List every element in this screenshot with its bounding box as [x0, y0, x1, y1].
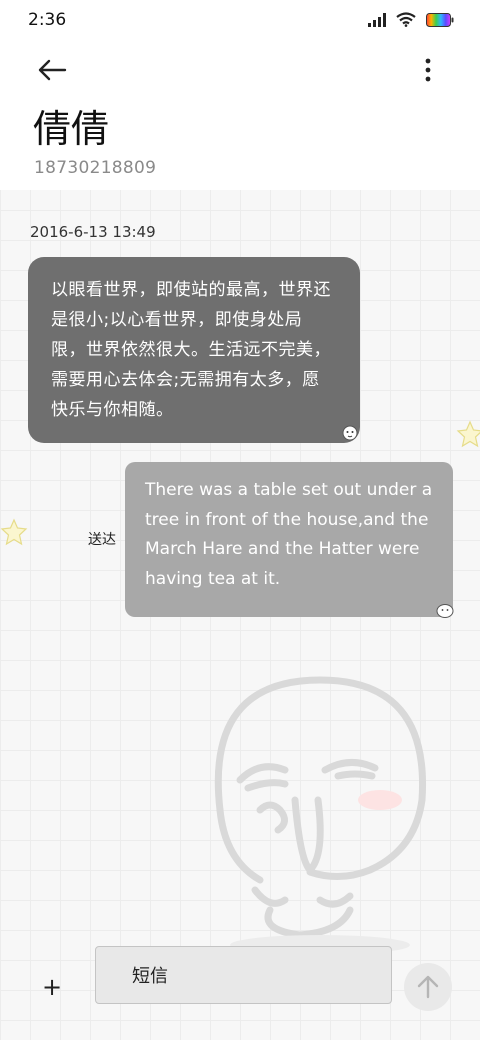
header-bar: 2:36 倩倩 18730218809: [0, 0, 480, 190]
incoming-message-bubble[interactable]: 以眼看世界，即使站的最高，世界还是很小;以心看世界，即使身处局限，世界依然很大。…: [28, 257, 360, 443]
battery-icon: [426, 12, 454, 27]
status-bar: 2:36: [0, 0, 480, 40]
status-time: 2:36: [28, 10, 67, 30]
more-options-button[interactable]: [412, 52, 444, 88]
mini-sticker-icon: [342, 425, 358, 441]
contact-number: 18730218809: [34, 158, 157, 178]
star-decoration-icon: [0, 518, 28, 546]
delivery-status: 送达: [88, 532, 116, 548]
message-timestamp: 2016-6-13 13:49: [30, 223, 156, 241]
add-attachment-button[interactable]: +: [38, 973, 66, 1001]
mini-sticker-icon: [436, 604, 454, 618]
outgoing-message-text: There was a table set out under a tree i…: [145, 480, 433, 589]
wifi-icon: [396, 12, 416, 27]
outgoing-message-bubble[interactable]: There was a table set out under a tree i…: [125, 462, 453, 617]
arrow-up-icon: [417, 975, 439, 999]
vertical-dots-icon: [425, 58, 431, 82]
contact-name: 倩倩: [33, 107, 110, 151]
signal-icon: [368, 12, 386, 27]
incoming-message-text: 以眼看世界，即使站的最高，世界还是很小;以心看世界，即使身处局限，世界依然很大。…: [51, 280, 331, 420]
send-button[interactable]: [404, 963, 452, 1011]
arrow-left-icon: [38, 59, 67, 81]
mascot-watermark-icon: [214, 676, 427, 955]
status-icons: [368, 12, 454, 27]
back-button[interactable]: [34, 52, 70, 88]
star-decoration-icon: [456, 420, 480, 448]
message-input[interactable]: 短信: [95, 946, 392, 1004]
